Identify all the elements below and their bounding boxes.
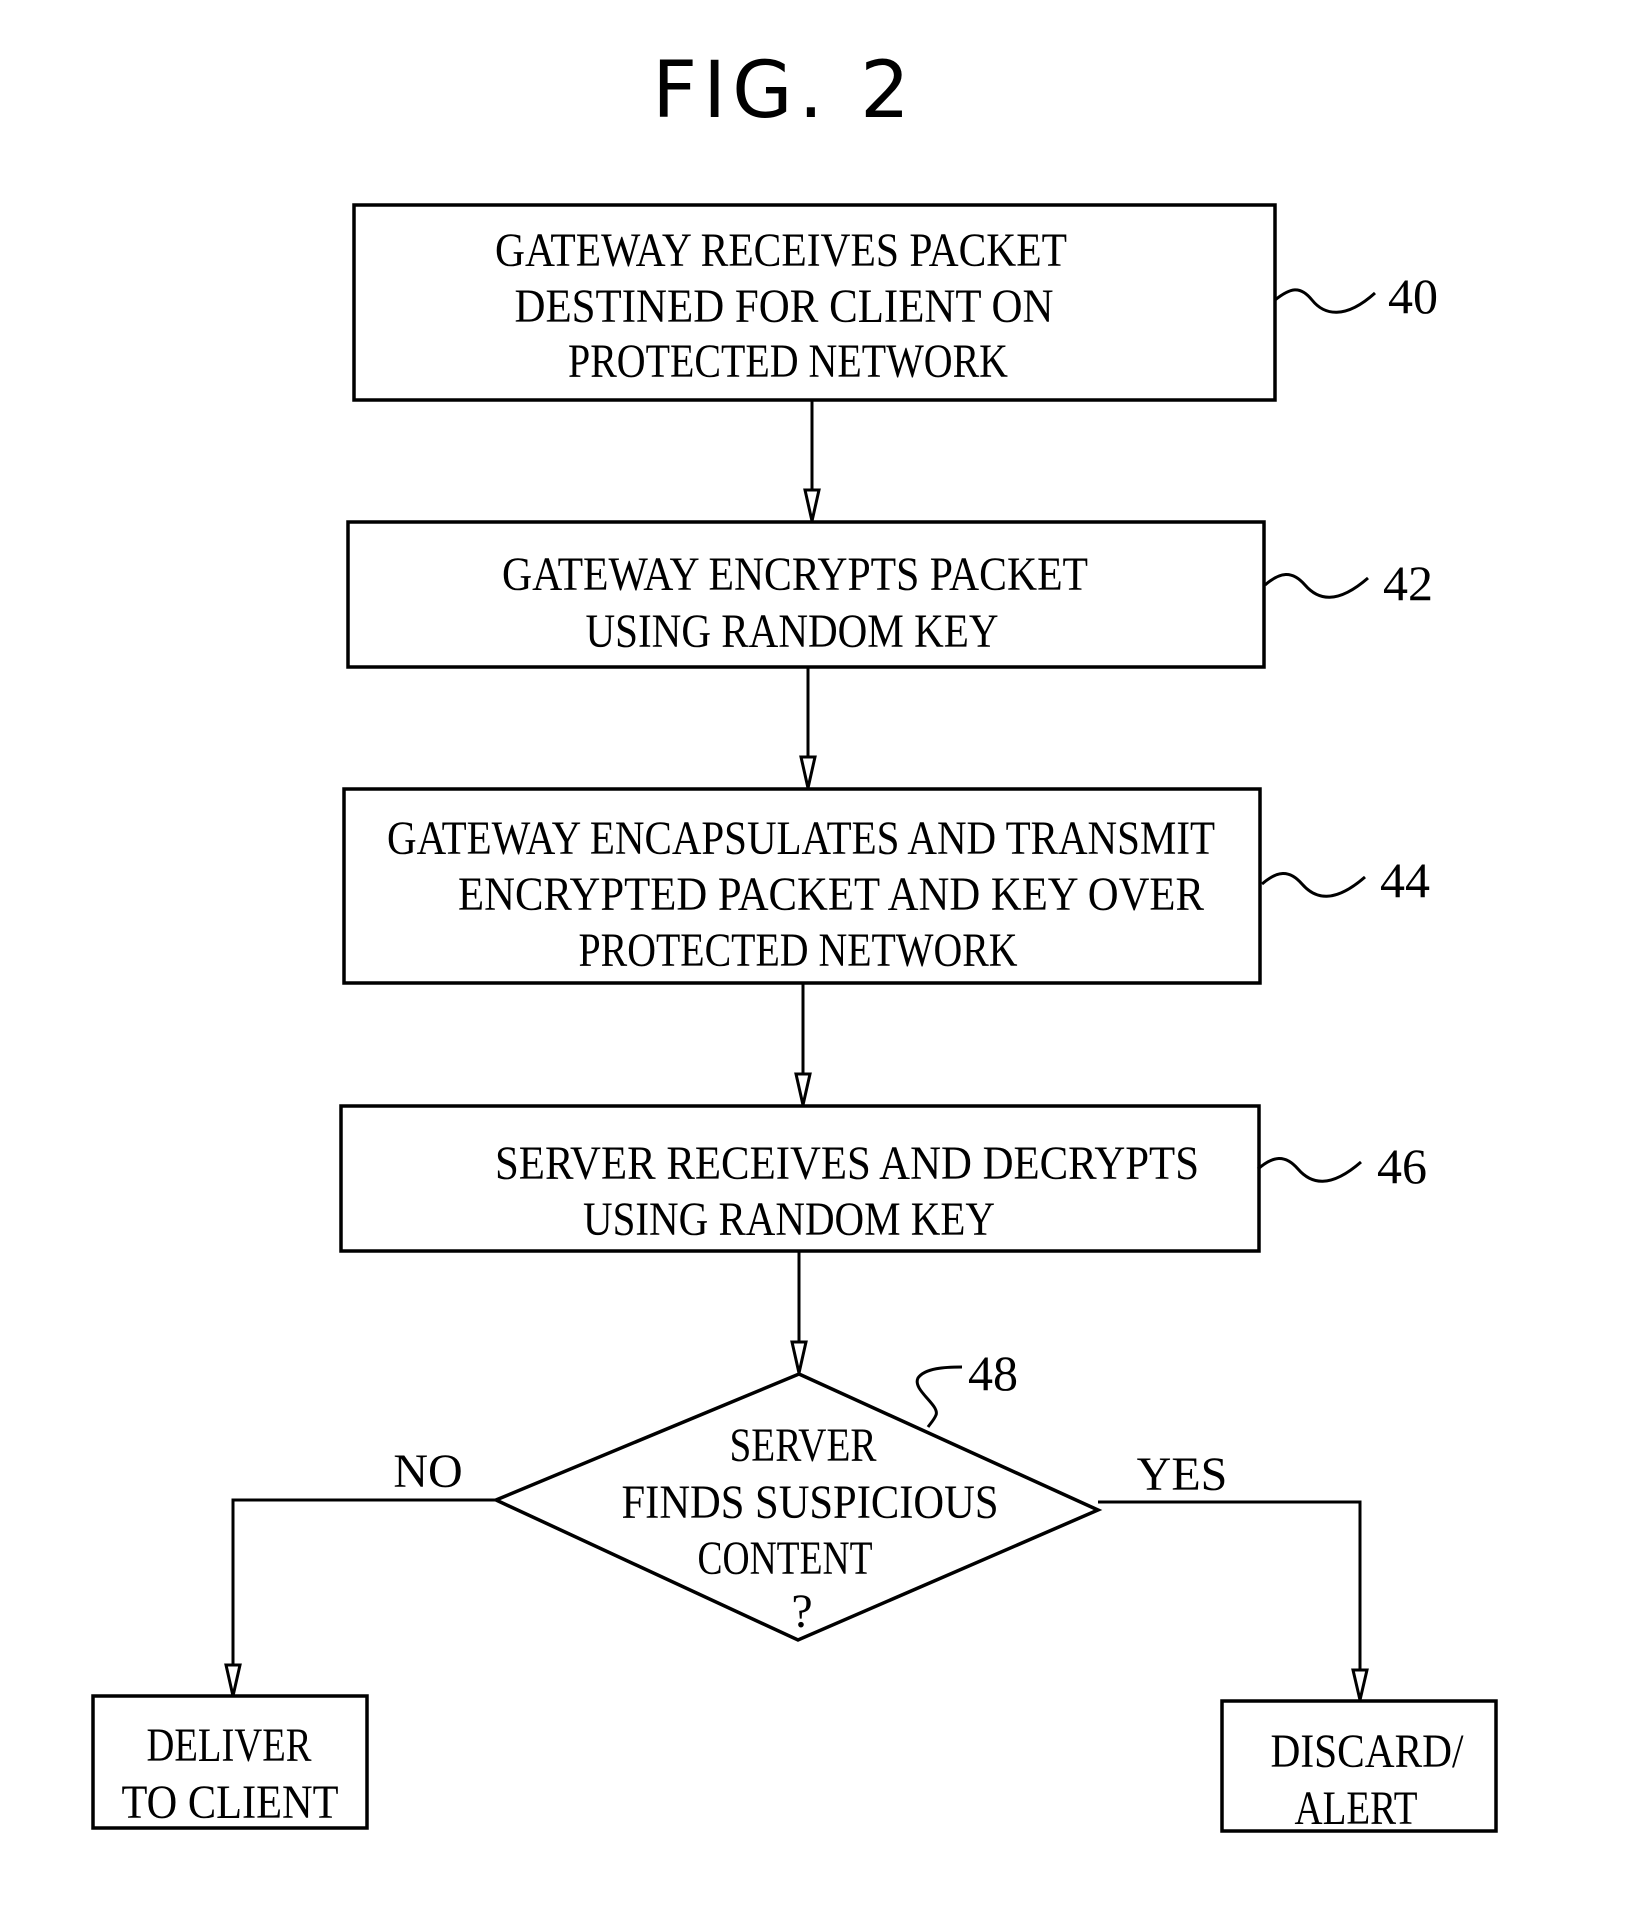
arrowhead-down-icon: [1351, 1668, 1369, 1701]
outcome-deliver-box: DELIVER TO CLIENT: [91, 1694, 369, 1830]
yes-branch-label: YES: [1137, 1448, 1228, 1501]
discard-line-2: ALERT: [1295, 1782, 1418, 1835]
arrowhead-down-icon: [790, 1340, 808, 1374]
arrowhead-down-icon: [794, 1072, 812, 1106]
decision-line-3: CONTENT: [698, 1532, 873, 1585]
step-42-line-1: GATEWAY ENCRYPTS PACKET: [502, 548, 1088, 601]
arrowhead-down-icon: [803, 488, 821, 522]
discard-line-1: DISCARD/: [1271, 1725, 1465, 1778]
ref-label-42: 42: [1383, 555, 1433, 611]
flowchart-canvas: FIG. 2 GATEWAY RECEIVES PACKET DESTINED …: [91, 46, 1498, 1835]
ref-48-leader: [915, 1365, 963, 1428]
step-42-line-2: USING RANDOM KEY: [586, 605, 999, 658]
decision-line-2: FINDS SUSPICIOUS: [622, 1476, 999, 1529]
ref-42-leader: [1264, 573, 1369, 599]
no-branch-label: NO: [393, 1445, 462, 1498]
ref-label-44: 44: [1380, 852, 1430, 908]
step-46-line-1: SERVER RECEIVES AND DECRYPTS: [495, 1137, 1199, 1190]
ref-label-46: 46: [1377, 1138, 1427, 1194]
figure-title: FIG. 2: [652, 46, 916, 136]
ref-44-leader: [1261, 872, 1366, 898]
step-40-box: GATEWAY RECEIVES PACKET DESTINED FOR CLI…: [352, 203, 1277, 402]
step-40-line-3: PROTECTED NETWORK: [568, 335, 1008, 388]
connector-yes-branch: [1098, 1500, 1362, 1670]
step-46-box: SERVER RECEIVES AND DECRYPTS USING RANDO…: [339, 1104, 1261, 1253]
deliver-line-1: DELIVER: [147, 1719, 312, 1772]
step-44-line-3: PROTECTED NETWORK: [579, 924, 1018, 977]
step-40-line-1: GATEWAY RECEIVES PACKET: [495, 224, 1067, 277]
connector-no-branch: [231, 1498, 496, 1665]
arrowhead-down-icon: [799, 755, 817, 789]
outcome-discard-box: DISCARD/ ALERT: [1220, 1699, 1498, 1835]
step-44-line-1: GATEWAY ENCAPSULATES AND TRANSMIT: [387, 812, 1215, 865]
ref-label-40: 40: [1388, 268, 1438, 324]
step-46-line-2: USING RANDOM KEY: [583, 1193, 995, 1246]
step-40-line-2: DESTINED FOR CLIENT ON: [515, 280, 1054, 333]
step-44-line-2: ENCRYPTED PACKET AND KEY OVER: [458, 868, 1204, 921]
decision-question-mark: ?: [791, 1585, 812, 1638]
step-42-box: GATEWAY ENCRYPTS PACKET USING RANDOM KEY: [346, 520, 1266, 669]
decision-48-diamond: SERVER FINDS SUSPICIOUS CONTENT ?: [491, 1372, 1103, 1642]
ref-label-48: 48: [968, 1345, 1018, 1401]
arrowhead-down-icon: [224, 1663, 242, 1697]
ref-40-leader: [1274, 288, 1377, 314]
decision-line-1: SERVER: [730, 1419, 877, 1472]
step-44-box: GATEWAY ENCAPSULATES AND TRANSMIT ENCRYP…: [342, 787, 1262, 985]
deliver-line-2: TO CLIENT: [122, 1776, 339, 1829]
ref-46-leader: [1257, 1157, 1362, 1183]
